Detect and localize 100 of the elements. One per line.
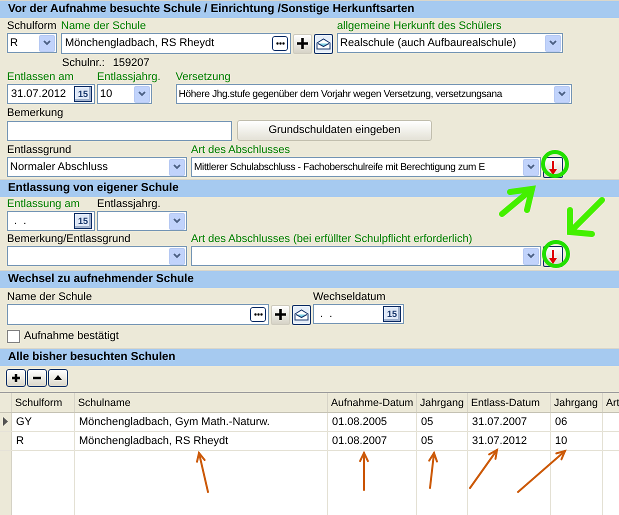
down-arrow-icon [549, 250, 557, 264]
up-triangle-icon [53, 372, 63, 382]
field-label: Versetzung [176, 70, 232, 84]
browse-button[interactable] [250, 307, 266, 322]
field-value: 10 [100, 88, 112, 100]
chevron-down-icon [173, 253, 181, 259]
field-value: Höhere Jhg.stufe gegenüber dem Vorjahr wegen Versetzung, versetzungsana [178, 88, 502, 100]
plus-icon [296, 37, 309, 50]
highlight-circle [542, 240, 570, 268]
row-indicator[interactable] [0, 412, 12, 430]
table-cell: R [16, 434, 24, 446]
pointer-arrow [196, 450, 209, 493]
dropdown-button[interactable] [545, 34, 561, 52]
chevron-down-icon [527, 164, 535, 170]
envelope-button[interactable] [292, 304, 311, 324]
chevron-down-icon [549, 40, 557, 46]
dropdown-button[interactable] [554, 86, 570, 102]
envelope-button[interactable] [314, 34, 333, 54]
dropdown-button[interactable] [39, 34, 55, 52]
primary-school-data-button[interactable]: Grundschuldaten eingeben [237, 120, 432, 141]
field-value: Realschule (auch Aufbaurealschule) [340, 36, 516, 49]
plus-icon [274, 308, 287, 321]
envelope-icon [294, 308, 309, 320]
table-cell: 01.08.2005 [332, 416, 388, 428]
chevron-down-icon [527, 253, 535, 259]
dropdown-field[interactable] [7, 246, 187, 266]
dropdown-field[interactable] [97, 211, 187, 231]
field-value: Mittlerer Schulabschluss - Fachoberschulreife mit Berechtigung zum E [194, 162, 485, 172]
dropdown-button[interactable] [523, 248, 539, 264]
browse-button[interactable] [272, 36, 288, 51]
date-field[interactable]: . . 15 [313, 304, 404, 324]
add-button[interactable] [271, 304, 290, 324]
dropdown-field[interactable]: Mittlerer Schulabschluss - Fachoberschulreife mit Berechtigung zum E [191, 157, 541, 177]
checkbox[interactable] [7, 330, 20, 343]
chevron-down-icon [173, 164, 181, 170]
date-field[interactable]: . . 15 [7, 211, 95, 231]
table-cell: 31.07.2007 [472, 416, 528, 428]
dropdown-button[interactable] [134, 86, 150, 102]
dropdown-button[interactable] [523, 158, 539, 176]
field-label: Wechseldatum [313, 290, 387, 304]
table-cell: GY [16, 416, 32, 428]
chevron-down-icon [43, 40, 51, 46]
chevron-down-icon [558, 91, 566, 97]
table-cell: 31.07.2012 [472, 434, 528, 446]
field-label: Bemerkung [7, 106, 64, 120]
field-label: Entlassen am [7, 70, 75, 84]
field-value: R [10, 36, 18, 49]
highlight-circle [541, 150, 569, 178]
school-name-field[interactable] [7, 304, 269, 325]
column-header[interactable]: Entlass-Datum [468, 392, 551, 412]
column-header[interactable]: Aufnahme-Datum [328, 392, 417, 412]
checkbox-label: Aufnahme bestätigt [24, 329, 119, 344]
move-up-button[interactable] [48, 368, 68, 386]
dropdown-field[interactable]: Höhere Jhg.stufe gegenüber dem Vorjahr wegen Versetzung, versetzungsana [176, 84, 572, 104]
column-header[interactable]: Jahrgang [417, 392, 468, 412]
field-value: . . [13, 214, 26, 227]
column-header[interactable]: Jahrgang [551, 392, 603, 412]
dropdown-field[interactable]: R [7, 33, 57, 53]
pointer-arrow [499, 185, 536, 217]
dropdown-field[interactable]: 10 [97, 84, 152, 104]
dropdown-field[interactable]: Normaler Abschluss [7, 157, 187, 177]
plus-icon [11, 372, 21, 382]
pointer-arrow [428, 450, 438, 489]
remove-row-button[interactable] [27, 368, 47, 386]
table-cell: 06 [555, 416, 568, 428]
field-value: . . [319, 308, 332, 320]
ellipsis-icon [276, 42, 284, 45]
column-header[interactable]: Art [603, 392, 619, 412]
section-header: Entlassung von eigener Schule [0, 179, 619, 197]
calendar-button[interactable]: 15 [74, 86, 92, 102]
school-name-field[interactable]: Mönchengladbach, RS Rheydt [61, 33, 291, 54]
table-cell: 10 [555, 434, 568, 446]
add-row-button[interactable] [6, 368, 26, 386]
field-label: Art des Abschlusses (bei erfüllter Schulpflicht erforderlich) [191, 232, 474, 246]
school-number-value: 159207 [112, 56, 150, 70]
calendar-button[interactable]: 15 [74, 213, 92, 229]
field-value: Normaler Abschluss [10, 160, 108, 173]
dropdown-button[interactable] [169, 248, 185, 264]
school-number-label: Schulnr.: [62, 56, 105, 70]
pointer-arrow [359, 450, 369, 491]
remark-field[interactable] [7, 120, 232, 140]
dropdown-button[interactable] [169, 158, 185, 176]
dropdown-field[interactable]: Realschule (auch Aufbaurealschule) [337, 33, 563, 53]
add-button[interactable] [293, 34, 312, 54]
column-header[interactable]: Schulname [75, 392, 328, 412]
date-field[interactable]: 31.07.2012 15 [7, 84, 95, 104]
dropdown-button[interactable] [169, 212, 185, 230]
field-label: Name der Schule [61, 19, 147, 33]
field-label: Entlassung am [7, 197, 81, 211]
field-label: allgemeine Herkunft des Schülers [337, 19, 502, 33]
column-header[interactable]: Schulform [12, 392, 75, 412]
pointer-arrow [567, 197, 605, 237]
field-value: 31.07.2012 [11, 88, 66, 100]
table-cell: 01.08.2007 [332, 434, 388, 446]
chevron-down-icon [138, 91, 146, 97]
section-header: Wechsel zu aufnehmender Schule [0, 270, 619, 288]
field-label: Entlassgrund [7, 143, 72, 157]
pointer-arrow [517, 449, 567, 493]
dropdown-field[interactable] [191, 246, 541, 266]
calendar-button[interactable]: 15 [383, 306, 401, 322]
